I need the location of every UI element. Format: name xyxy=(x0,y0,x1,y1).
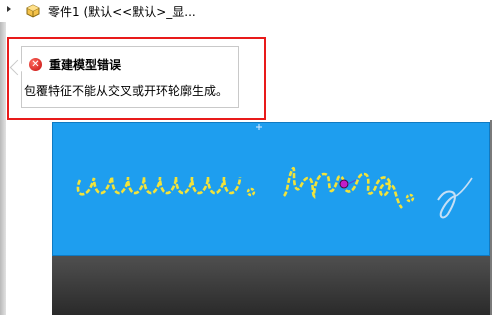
selection-point[interactable] xyxy=(339,179,349,189)
feature-tree-root-row[interactable]: 零件1 (默认<<默认>_显... xyxy=(0,0,492,22)
error-icon: ✕ xyxy=(29,58,42,71)
part-icon xyxy=(26,4,40,18)
part-title[interactable]: 零件1 (默认<<默认>_显... xyxy=(48,3,196,20)
panel-left-edge xyxy=(0,22,6,315)
model-side-face xyxy=(52,255,492,315)
origin-cross-icon xyxy=(256,124,262,130)
error-title: 重建模型错误 xyxy=(49,58,122,72)
error-message: 包覆特征不能从交叉或开环轮廓生成。 xyxy=(24,84,229,98)
expand-arrow-icon[interactable] xyxy=(7,6,11,12)
sketch-text-curve[interactable] xyxy=(52,122,490,256)
